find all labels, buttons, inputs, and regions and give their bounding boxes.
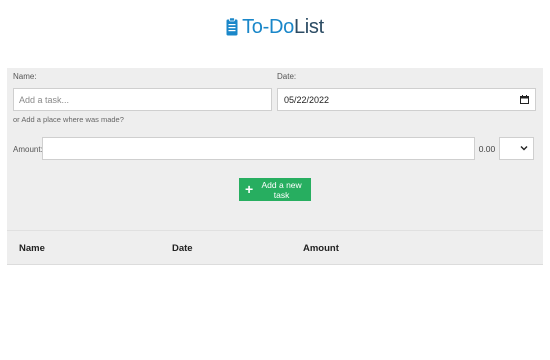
place-hint: or Add a place where was made? bbox=[13, 115, 124, 124]
amount-display: 0.00 bbox=[475, 137, 499, 160]
date-field[interactable]: 05/22/2022 bbox=[277, 88, 536, 111]
add-task-button[interactable]: + Add a new task bbox=[239, 178, 311, 201]
calendar-icon[interactable] bbox=[520, 95, 529, 104]
chevron-down-icon bbox=[520, 146, 528, 151]
column-header-date: Date bbox=[172, 243, 193, 254]
task-name-input[interactable] bbox=[13, 88, 272, 111]
table-header: Name Date Amount bbox=[7, 230, 543, 265]
clipboard-icon bbox=[226, 16, 238, 35]
amount-input[interactable] bbox=[42, 137, 475, 160]
column-header-amount: Amount bbox=[303, 243, 339, 254]
app-header: To-DoList bbox=[0, 12, 550, 42]
currency-select[interactable] bbox=[499, 137, 534, 160]
task-form-panel: Name: Date: 05/22/2022 or Add a place wh… bbox=[7, 68, 543, 265]
column-header-name: Name bbox=[19, 243, 45, 254]
plus-icon: + bbox=[245, 180, 254, 197]
add-task-label: Add a new task bbox=[261, 179, 302, 200]
amount-label: Amount: bbox=[13, 145, 43, 154]
date-label: Date: bbox=[277, 72, 297, 81]
name-label: Name: bbox=[13, 72, 37, 81]
page-title: To-DoList bbox=[242, 15, 324, 38]
date-value: 05/22/2022 bbox=[284, 94, 330, 105]
